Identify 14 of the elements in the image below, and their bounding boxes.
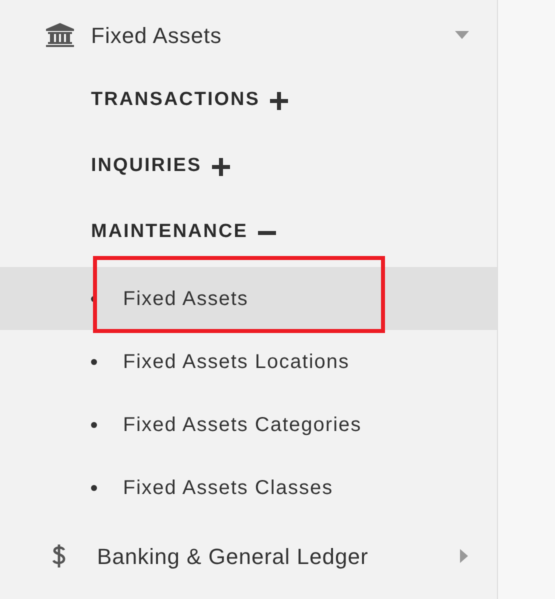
section-toggle[interactable]: TRANSACTIONS	[91, 86, 288, 115]
menu-item[interactable]: Fixed Assets	[0, 267, 497, 330]
menu-item[interactable]: Fixed Assets Classes	[0, 456, 497, 519]
menu-item[interactable]: Fixed Assets Locations	[0, 330, 497, 393]
bullet-icon	[91, 358, 97, 364]
section-toggle[interactable]: INQUIRIES	[91, 152, 230, 181]
dollar-icon	[51, 543, 67, 569]
module-item[interactable]: Fixed Assets	[0, 4, 497, 66]
section-toggle[interactable]: MAINTENANCE	[91, 218, 276, 247]
bullet-icon	[91, 422, 97, 428]
module-item[interactable]: Banking & General Ledger	[0, 525, 497, 587]
menu-item[interactable]: Fixed Assets Categories	[0, 393, 497, 456]
bullet-icon	[91, 484, 97, 490]
bank-icon	[45, 22, 75, 48]
